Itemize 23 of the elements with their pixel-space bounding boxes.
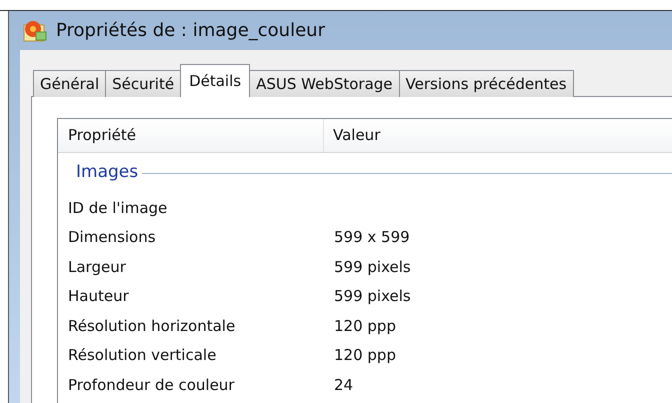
property-name: Dimensions xyxy=(67,227,157,248)
column-header[interactable]: Propriété xyxy=(58,119,324,152)
property-name: Largeur xyxy=(67,256,127,278)
property-name: Hauteur xyxy=(67,286,130,307)
property-value: 120 ppp xyxy=(333,345,396,366)
tab[interactable]: Versions précédentes xyxy=(398,70,574,97)
photo-file-icon xyxy=(22,18,48,42)
property-name: Résolution verticale xyxy=(67,345,218,366)
property-value: 599 pixels xyxy=(333,256,411,278)
property-value: 599 x 599 xyxy=(333,227,410,248)
tab[interactable]: Détails xyxy=(180,64,250,97)
property-value: 120 ppp xyxy=(333,316,396,336)
tab[interactable]: Sécurité xyxy=(105,70,182,97)
tab[interactable]: ASUS WebStorage xyxy=(249,70,400,97)
property-value: 24 xyxy=(333,374,354,396)
window-title: Propriétés de : image_couleur xyxy=(56,19,325,43)
property-name: Profondeur de couleur xyxy=(67,374,236,396)
property-name: ID de l'image xyxy=(67,198,168,218)
property-name: Résolution horizontale xyxy=(67,316,236,336)
group-heading: Images xyxy=(76,161,138,184)
tab[interactable]: Général xyxy=(33,70,106,97)
column-header[interactable]: Valeur xyxy=(324,124,380,147)
property-value: 599 pixels xyxy=(333,286,411,307)
